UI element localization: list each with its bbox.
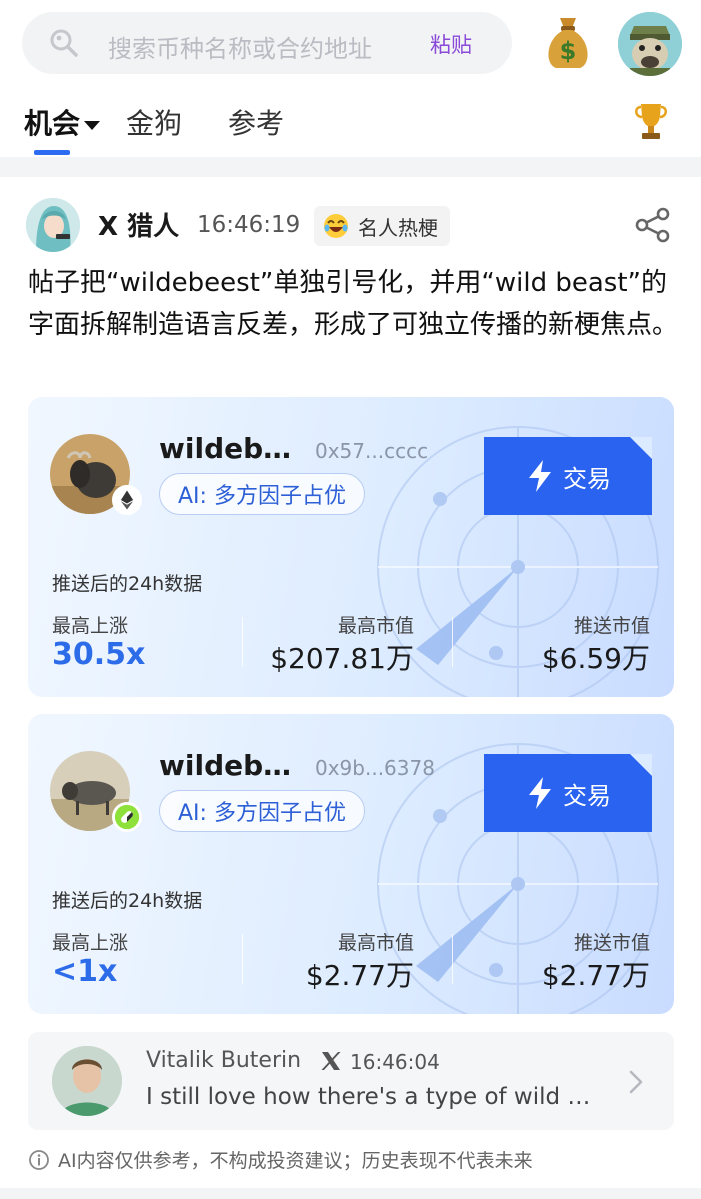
- trade-label: 交易: [563, 781, 611, 810]
- svg-text:$: $: [560, 37, 577, 65]
- push-mcap-label: 推送市值: [573, 932, 650, 954]
- ai-signal-label: AI: 多方因子占优: [178, 801, 346, 826]
- laughing-face-icon: [324, 214, 348, 238]
- trade-button[interactable]: 交易: [484, 437, 652, 515]
- ai-signal-badge: AI: 多方因子占优: [159, 473, 365, 515]
- share-icon[interactable]: [634, 206, 672, 244]
- top-bar: 搜索币种名称或合约地址 粘贴 $: [0, 0, 701, 88]
- tab-bar: 机会 金狗 参考: [0, 92, 701, 156]
- gain-label: 最高上涨: [52, 932, 129, 954]
- token-address[interactable]: 0x9b...6378: [315, 756, 435, 780]
- token-card[interactable]: wildeb… 0x9b...6378 AI: 多方因子占优 交易 推送后的24…: [28, 714, 674, 1014]
- x-logo-icon: [321, 1052, 341, 1070]
- category-tag: 名人热梗: [314, 206, 450, 246]
- trade-button[interactable]: 交易: [484, 754, 652, 832]
- token-card[interactable]: wildeb… 0x57...cccc AI: 多方因子占优 交易 推送后的24…: [28, 397, 674, 697]
- search-icon: [50, 29, 78, 57]
- post-body: 帖子把“wildebeest”单独引号化，并用“wild beast”的字面拆解…: [28, 268, 679, 340]
- active-tab-indicator: [34, 150, 70, 155]
- data-caption: 推送后的24h数据: [52, 890, 203, 912]
- info-icon: [29, 1149, 49, 1170]
- dog-avatar-icon: [618, 12, 682, 76]
- token-address[interactable]: 0x57...cccc: [315, 439, 428, 463]
- pump-icon: [112, 802, 142, 832]
- max-mcap-label: 最高市值: [337, 932, 414, 954]
- section-divider: [0, 157, 701, 177]
- push-mcap-value: $2.77万: [541, 959, 650, 992]
- ai-signal-badge: AI: 多方因子占优: [159, 790, 365, 832]
- anime-avatar-icon: [26, 198, 80, 252]
- user-avatar[interactable]: [618, 12, 682, 76]
- bottom-divider: [0, 1188, 701, 1199]
- quote-time: 16:46:04: [350, 1050, 440, 1074]
- paste-button[interactable]: 粘贴: [430, 29, 472, 59]
- author-avatar[interactable]: [26, 198, 80, 252]
- max-mcap-value: $2.77万: [305, 959, 414, 992]
- trophy-icon[interactable]: [632, 100, 670, 142]
- trade-label: 交易: [563, 464, 611, 493]
- ethereum-icon: [112, 485, 142, 515]
- push-mcap-label: 推送市值: [573, 615, 650, 637]
- author-name[interactable]: X 猎人: [98, 206, 179, 243]
- tab-golden-dog[interactable]: 金狗: [126, 102, 182, 142]
- disclaimer-text: AI内容仅供参考，不构成投资建议；历史表现不代表未来: [58, 1150, 533, 1172]
- lightning-icon: [529, 777, 551, 809]
- post-time: 16:46:19: [197, 212, 301, 238]
- tab-opportunity[interactable]: 机会: [24, 102, 101, 142]
- quote-text: I still love how there's a type of wild …: [146, 1084, 591, 1110]
- quote-author-name: Vitalik Buterin: [146, 1048, 302, 1073]
- stat-separator: [242, 617, 243, 667]
- chevron-right-icon: [629, 1070, 643, 1094]
- post-header: X 猎人 16:46:19 名人热梗: [0, 190, 701, 262]
- search-bar[interactable]: 搜索币种名称或合约地址 粘贴: [22, 12, 512, 74]
- token-name[interactable]: wildeb…: [159, 432, 291, 465]
- stat-separator: [452, 617, 453, 667]
- stat-separator: [242, 934, 243, 984]
- money-bag-icon[interactable]: $: [540, 10, 596, 72]
- caret-down-icon: [84, 120, 101, 130]
- gain-label: 最高上涨: [52, 615, 129, 637]
- gain-value: <1x: [52, 954, 118, 989]
- person-avatar-icon: [52, 1046, 122, 1116]
- ai-signal-label: AI: 多方因子占优: [178, 484, 346, 509]
- stat-separator: [452, 934, 453, 984]
- token-name[interactable]: wildeb…: [159, 749, 291, 782]
- tab-reference[interactable]: 参考: [228, 102, 284, 142]
- quoted-tweet[interactable]: Vitalik Buterin 16:46:04 I still love ho…: [28, 1032, 674, 1130]
- max-mcap-label: 最高市值: [337, 615, 414, 637]
- max-mcap-value: $207.81万: [270, 642, 414, 675]
- tag-label: 名人热梗: [358, 215, 438, 240]
- lightning-icon: [529, 460, 551, 492]
- tab-label: 机会: [24, 107, 81, 140]
- quote-avatar: [52, 1046, 122, 1116]
- gain-value: 30.5x: [52, 637, 146, 672]
- disclaimer: AI内容仅供参考，不构成投资建议；历史表现不代表未来: [28, 1146, 533, 1173]
- data-caption: 推送后的24h数据: [52, 573, 203, 595]
- search-input[interactable]: 搜索币种名称或合约地址: [108, 29, 372, 64]
- push-mcap-value: $6.59万: [541, 642, 650, 675]
